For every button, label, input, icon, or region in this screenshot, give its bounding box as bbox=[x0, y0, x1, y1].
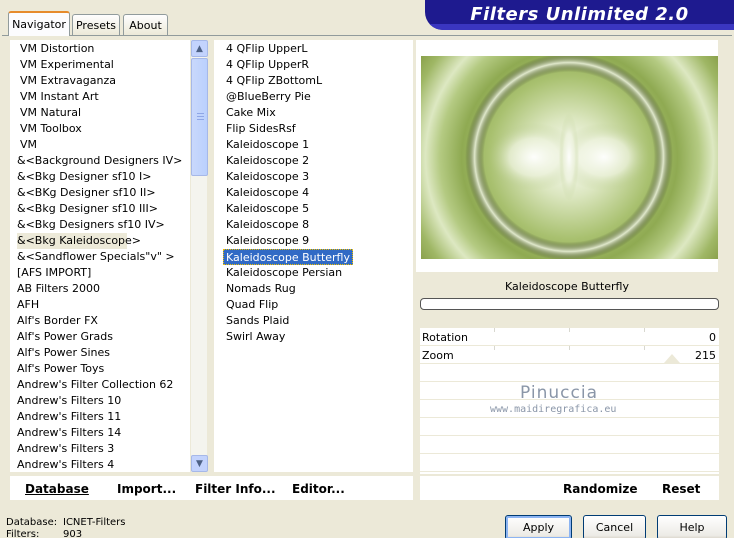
category-item[interactable]: VM Distortion bbox=[20, 41, 94, 57]
filter-item[interactable]: Kaleidoscope 4 bbox=[224, 185, 311, 201]
category-item[interactable]: &<Background Designers IV> bbox=[17, 153, 182, 169]
param-value: 0 bbox=[709, 331, 716, 344]
slider-marker-icon[interactable] bbox=[664, 354, 680, 363]
banner-title: Filters Unlimited 2.0 bbox=[470, 4, 689, 25]
tab-about[interactable]: About bbox=[123, 14, 168, 35]
reset-button[interactable]: Reset bbox=[662, 482, 700, 496]
filter-item[interactable]: Quad Flip bbox=[224, 297, 280, 313]
category-item[interactable]: &<Sandflower Specials"v" > bbox=[17, 249, 175, 265]
help-button[interactable]: Help bbox=[657, 515, 727, 538]
randomize-button[interactable]: Randomize bbox=[563, 482, 637, 496]
chevron-down-icon: ▼ bbox=[196, 458, 203, 469]
category-item[interactable]: VM bbox=[20, 137, 37, 153]
category-item[interactable]: VM Experimental bbox=[20, 57, 114, 73]
chevron-up-icon: ▲ bbox=[196, 43, 203, 54]
category-item[interactable]: Andrew's Filters 3 bbox=[17, 441, 114, 457]
filter-item[interactable]: Kaleidoscope 9 bbox=[224, 233, 311, 249]
category-item[interactable]: Alf's Power Sines bbox=[17, 345, 110, 361]
category-item[interactable]: Andrew's Filter Collection 62 bbox=[17, 377, 173, 393]
category-item[interactable]: Andrew's Filters 4 bbox=[17, 457, 114, 472]
filter-list[interactable]: 4 QFlip UpperL 4 QFlip UpperR 4 QFlip ZBot… bbox=[214, 40, 413, 472]
category-scrollbar[interactable]: ▲ ▼ bbox=[190, 40, 208, 472]
filter-item[interactable]: Nomads Rug bbox=[224, 281, 298, 297]
param-value: 215 bbox=[695, 349, 716, 362]
filter-info-button[interactable]: Filter Info... bbox=[195, 482, 276, 496]
param-zoom[interactable]: Zoom 215 bbox=[420, 346, 719, 364]
category-item[interactable]: Alf's Border FX bbox=[17, 313, 98, 329]
param-label: Zoom bbox=[422, 349, 454, 362]
cancel-button[interactable]: Cancel bbox=[583, 515, 646, 538]
selected-filter-label: Kaleidoscope Butterfly bbox=[505, 279, 629, 293]
category-item[interactable]: Alf's Power Grads bbox=[17, 329, 113, 345]
param-label: Rotation bbox=[422, 331, 469, 344]
filters-label: Filters: bbox=[6, 529, 40, 538]
preview-image bbox=[421, 56, 718, 259]
category-item[interactable]: Andrew's Filters 14 bbox=[17, 425, 121, 441]
filter-item[interactable]: Kaleidoscope 3 bbox=[224, 169, 311, 185]
scroll-down-button[interactable]: ▼ bbox=[191, 455, 208, 472]
category-item[interactable]: &<Bkg Designer sf10 III> bbox=[17, 201, 158, 217]
param-rotation[interactable]: Rotation 0 bbox=[420, 328, 719, 346]
filters-value: 903 bbox=[63, 529, 83, 538]
category-list[interactable]: VM Distortion VM Experimental VM Extravaga… bbox=[10, 40, 190, 472]
filter-item[interactable]: Sands Plaid bbox=[224, 313, 291, 329]
editor-button[interactable]: Editor... bbox=[292, 482, 345, 496]
filter-item[interactable]: 4 QFlip ZBottomL bbox=[224, 73, 324, 89]
category-item[interactable]: AB Filters 2000 bbox=[17, 281, 100, 297]
filter-item[interactable]: Kaleidoscope Persian bbox=[224, 265, 344, 281]
category-item[interactable]: VM Natural bbox=[20, 105, 81, 121]
filter-item[interactable]: 4 QFlip UpperL bbox=[224, 41, 310, 57]
scroll-thumb[interactable] bbox=[191, 58, 208, 176]
tab-navigator[interactable]: Navigator bbox=[8, 11, 70, 36]
param-row-empty bbox=[420, 436, 719, 454]
banner: Filters Unlimited 2.0 bbox=[425, 0, 734, 30]
butterfly-pattern bbox=[451, 56, 687, 259]
filter-item[interactable]: Flip SidesRsf bbox=[224, 121, 298, 137]
filter-name-bar: Kaleidoscope Butterfly bbox=[416, 274, 718, 298]
filter-item[interactable]: @BlueBerry Pie bbox=[224, 89, 313, 105]
filter-item[interactable]: Kaleidoscope 2 bbox=[224, 153, 311, 169]
filter-item[interactable]: Swirl Away bbox=[224, 329, 287, 345]
scroll-up-button[interactable]: ▲ bbox=[191, 40, 208, 57]
watermark-url: www.maidiregrafica.eu bbox=[490, 404, 617, 415]
category-item[interactable]: VM Toolbox bbox=[20, 121, 82, 137]
filter-item[interactable]: Cake Mix bbox=[224, 105, 278, 121]
category-item[interactable]: Alf's Power Toys bbox=[17, 361, 104, 377]
progress-bar bbox=[420, 298, 719, 310]
category-item[interactable]: VM Instant Art bbox=[20, 89, 99, 105]
category-item[interactable]: &<Bkg Designers sf10 IV> bbox=[17, 217, 165, 233]
filter-item[interactable]: Kaleidoscope Butterfly bbox=[223, 249, 353, 265]
category-item[interactable]: &<BKg Designer sf10 II> bbox=[17, 185, 156, 201]
database-button[interactable]: Database bbox=[25, 482, 89, 496]
param-row-empty bbox=[420, 454, 719, 472]
filter-item[interactable]: 4 QFlip UpperR bbox=[224, 57, 311, 73]
database-value: ICNET-Filters bbox=[63, 517, 126, 528]
category-item[interactable]: &<Bkg Kaleidoscope> bbox=[17, 233, 141, 249]
filter-item[interactable]: Kaleidoscope 8 bbox=[224, 217, 311, 233]
category-item[interactable]: &<Bkg Designer sf10 I> bbox=[17, 169, 152, 185]
apply-button[interactable]: Apply bbox=[505, 515, 572, 538]
filter-item[interactable]: Kaleidoscope 1 bbox=[224, 137, 311, 153]
tab-presets[interactable]: Presets bbox=[72, 14, 120, 35]
category-item[interactable]: VM Extravaganza bbox=[20, 73, 116, 89]
watermark-title: Pinuccia bbox=[520, 383, 598, 403]
category-item[interactable]: [AFS IMPORT] bbox=[17, 265, 91, 281]
category-item[interactable]: Andrew's Filters 10 bbox=[17, 393, 121, 409]
param-row-empty bbox=[420, 364, 719, 382]
tab-panel-border bbox=[2, 35, 732, 36]
filter-item[interactable]: Kaleidoscope 5 bbox=[224, 201, 311, 217]
import-button[interactable]: Import... bbox=[117, 482, 176, 496]
database-label: Database: bbox=[6, 517, 58, 528]
param-row-empty bbox=[420, 418, 719, 436]
category-item[interactable]: Andrew's Filters 11 bbox=[17, 409, 121, 425]
category-item[interactable]: AFH bbox=[17, 297, 39, 313]
